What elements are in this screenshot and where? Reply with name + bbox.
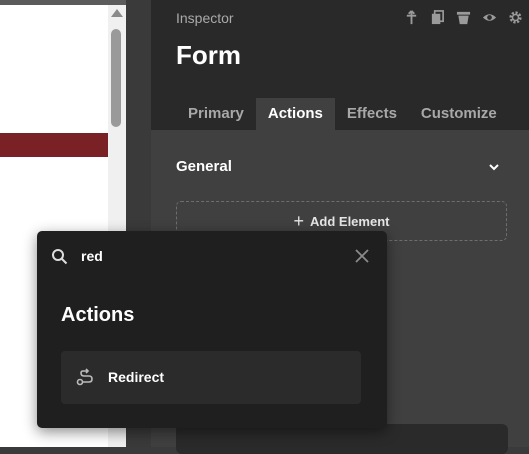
scroll-up-arrow-icon[interactable] [111,9,123,17]
plus-icon: + [293,211,305,231]
tab-customize[interactable]: Customize [409,98,509,130]
scrollbar-thumb[interactable] [111,29,121,127]
redirect-icon [76,368,93,386]
result-item-redirect[interactable]: Redirect [61,351,361,404]
search-input[interactable] [81,244,341,268]
tab-actions[interactable]: Actions [255,98,335,130]
inspector-tabs: Primary Actions Effects Customize [176,98,509,130]
tab-primary[interactable]: Primary [176,98,256,130]
inspector-toolbar [403,9,523,25]
close-icon[interactable] [355,249,369,263]
result-label: Redirect [108,369,165,385]
gear-icon[interactable] [507,9,523,25]
chevron-down-icon[interactable] [487,160,501,174]
add-element-label: Add Element [310,213,390,229]
trash-icon[interactable] [455,9,471,25]
results-heading: Actions [61,304,135,326]
inspector-title: Inspector [176,10,234,26]
copy-icon[interactable] [429,9,445,25]
canvas-red-element[interactable] [0,133,108,157]
eye-icon[interactable] [481,9,497,25]
search-icon [52,249,68,265]
search-popup: Actions Redirect [37,231,387,428]
element-card[interactable] [176,424,508,454]
inspector-header: Inspector Form Primary Actions Effects C… [151,0,529,130]
section-title-general[interactable]: General [176,158,232,175]
element-name: Form [176,40,241,70]
move-icon[interactable] [403,9,419,25]
tab-effects[interactable]: Effects [335,98,409,130]
